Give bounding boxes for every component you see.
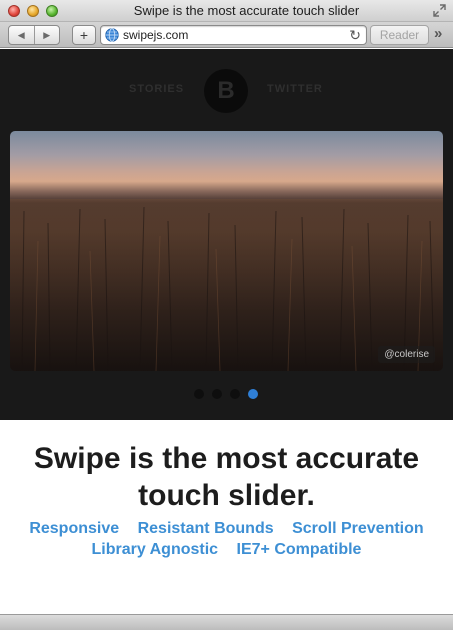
minimize-window-button[interactable] — [27, 5, 39, 17]
close-window-button[interactable] — [8, 5, 20, 17]
slider-pagination — [194, 389, 264, 399]
photo-credit: @colerise — [378, 346, 435, 363]
feature-resistant-bounds[interactable]: Resistant Bounds — [138, 518, 274, 539]
stories-link[interactable]: STORIES — [129, 83, 184, 95]
address-bar[interactable]: swipejs.com ↻ — [100, 25, 367, 45]
url-text: swipejs.com — [123, 28, 189, 42]
twitter-link[interactable]: TWITTER — [267, 83, 323, 95]
browser-toolbar: ◀ ▶ + swipejs.com ↻ Reader » — [0, 22, 453, 48]
slider-dot-4-active[interactable] — [248, 389, 258, 399]
globe-icon — [105, 28, 119, 42]
reload-icon[interactable]: ↻ — [349, 27, 361, 44]
forward-button[interactable]: ▶ — [33, 26, 60, 44]
reader-button[interactable]: Reader — [370, 25, 429, 45]
slider-dot-3[interactable] — [230, 389, 240, 399]
fullscreen-icon[interactable] — [433, 4, 446, 17]
slider-dot-2[interactable] — [212, 389, 222, 399]
site-logo[interactable]: B — [204, 69, 248, 113]
zoom-window-button[interactable] — [46, 5, 58, 17]
feature-scroll-prevention[interactable]: Scroll Prevention — [292, 518, 424, 539]
headline-line-2: touch slider. — [138, 479, 315, 512]
forward-arrow-icon: ▶ — [43, 29, 51, 40]
feature-list: Responsive Resistant Bounds Scroll Preve… — [20, 518, 433, 560]
back-arrow-icon: ◀ — [17, 29, 25, 40]
window-status-bar — [0, 614, 453, 630]
slider-dot-1[interactable] — [194, 389, 204, 399]
feature-responsive[interactable]: Responsive — [29, 518, 119, 539]
add-bookmark-button[interactable]: + — [72, 25, 96, 45]
slider-image[interactable]: @colerise — [10, 131, 443, 371]
site-nav: STORIES B TWITTER — [0, 69, 453, 113]
headline-line-1: Swipe is the most accurate — [33, 442, 420, 475]
feature-ie7-compatible[interactable]: IE7+ Compatible — [237, 539, 362, 560]
overflow-chevron-icon[interactable]: » — [434, 25, 442, 42]
window-titlebar: Swipe is the most accurate touch slider — [0, 0, 453, 22]
window-title: Swipe is the most accurate touch slider — [133, 3, 360, 18]
field-photo — [10, 199, 443, 371]
feature-library-agnostic[interactable]: Library Agnostic — [92, 539, 219, 560]
page-headline: Swipe is the most accurate touch slider. — [0, 440, 453, 514]
hero-section: STORIES B TWITTER @colerise — [0, 49, 453, 420]
back-button[interactable]: ◀ — [9, 26, 34, 44]
history-nav-group: ◀ ▶ — [8, 25, 60, 45]
